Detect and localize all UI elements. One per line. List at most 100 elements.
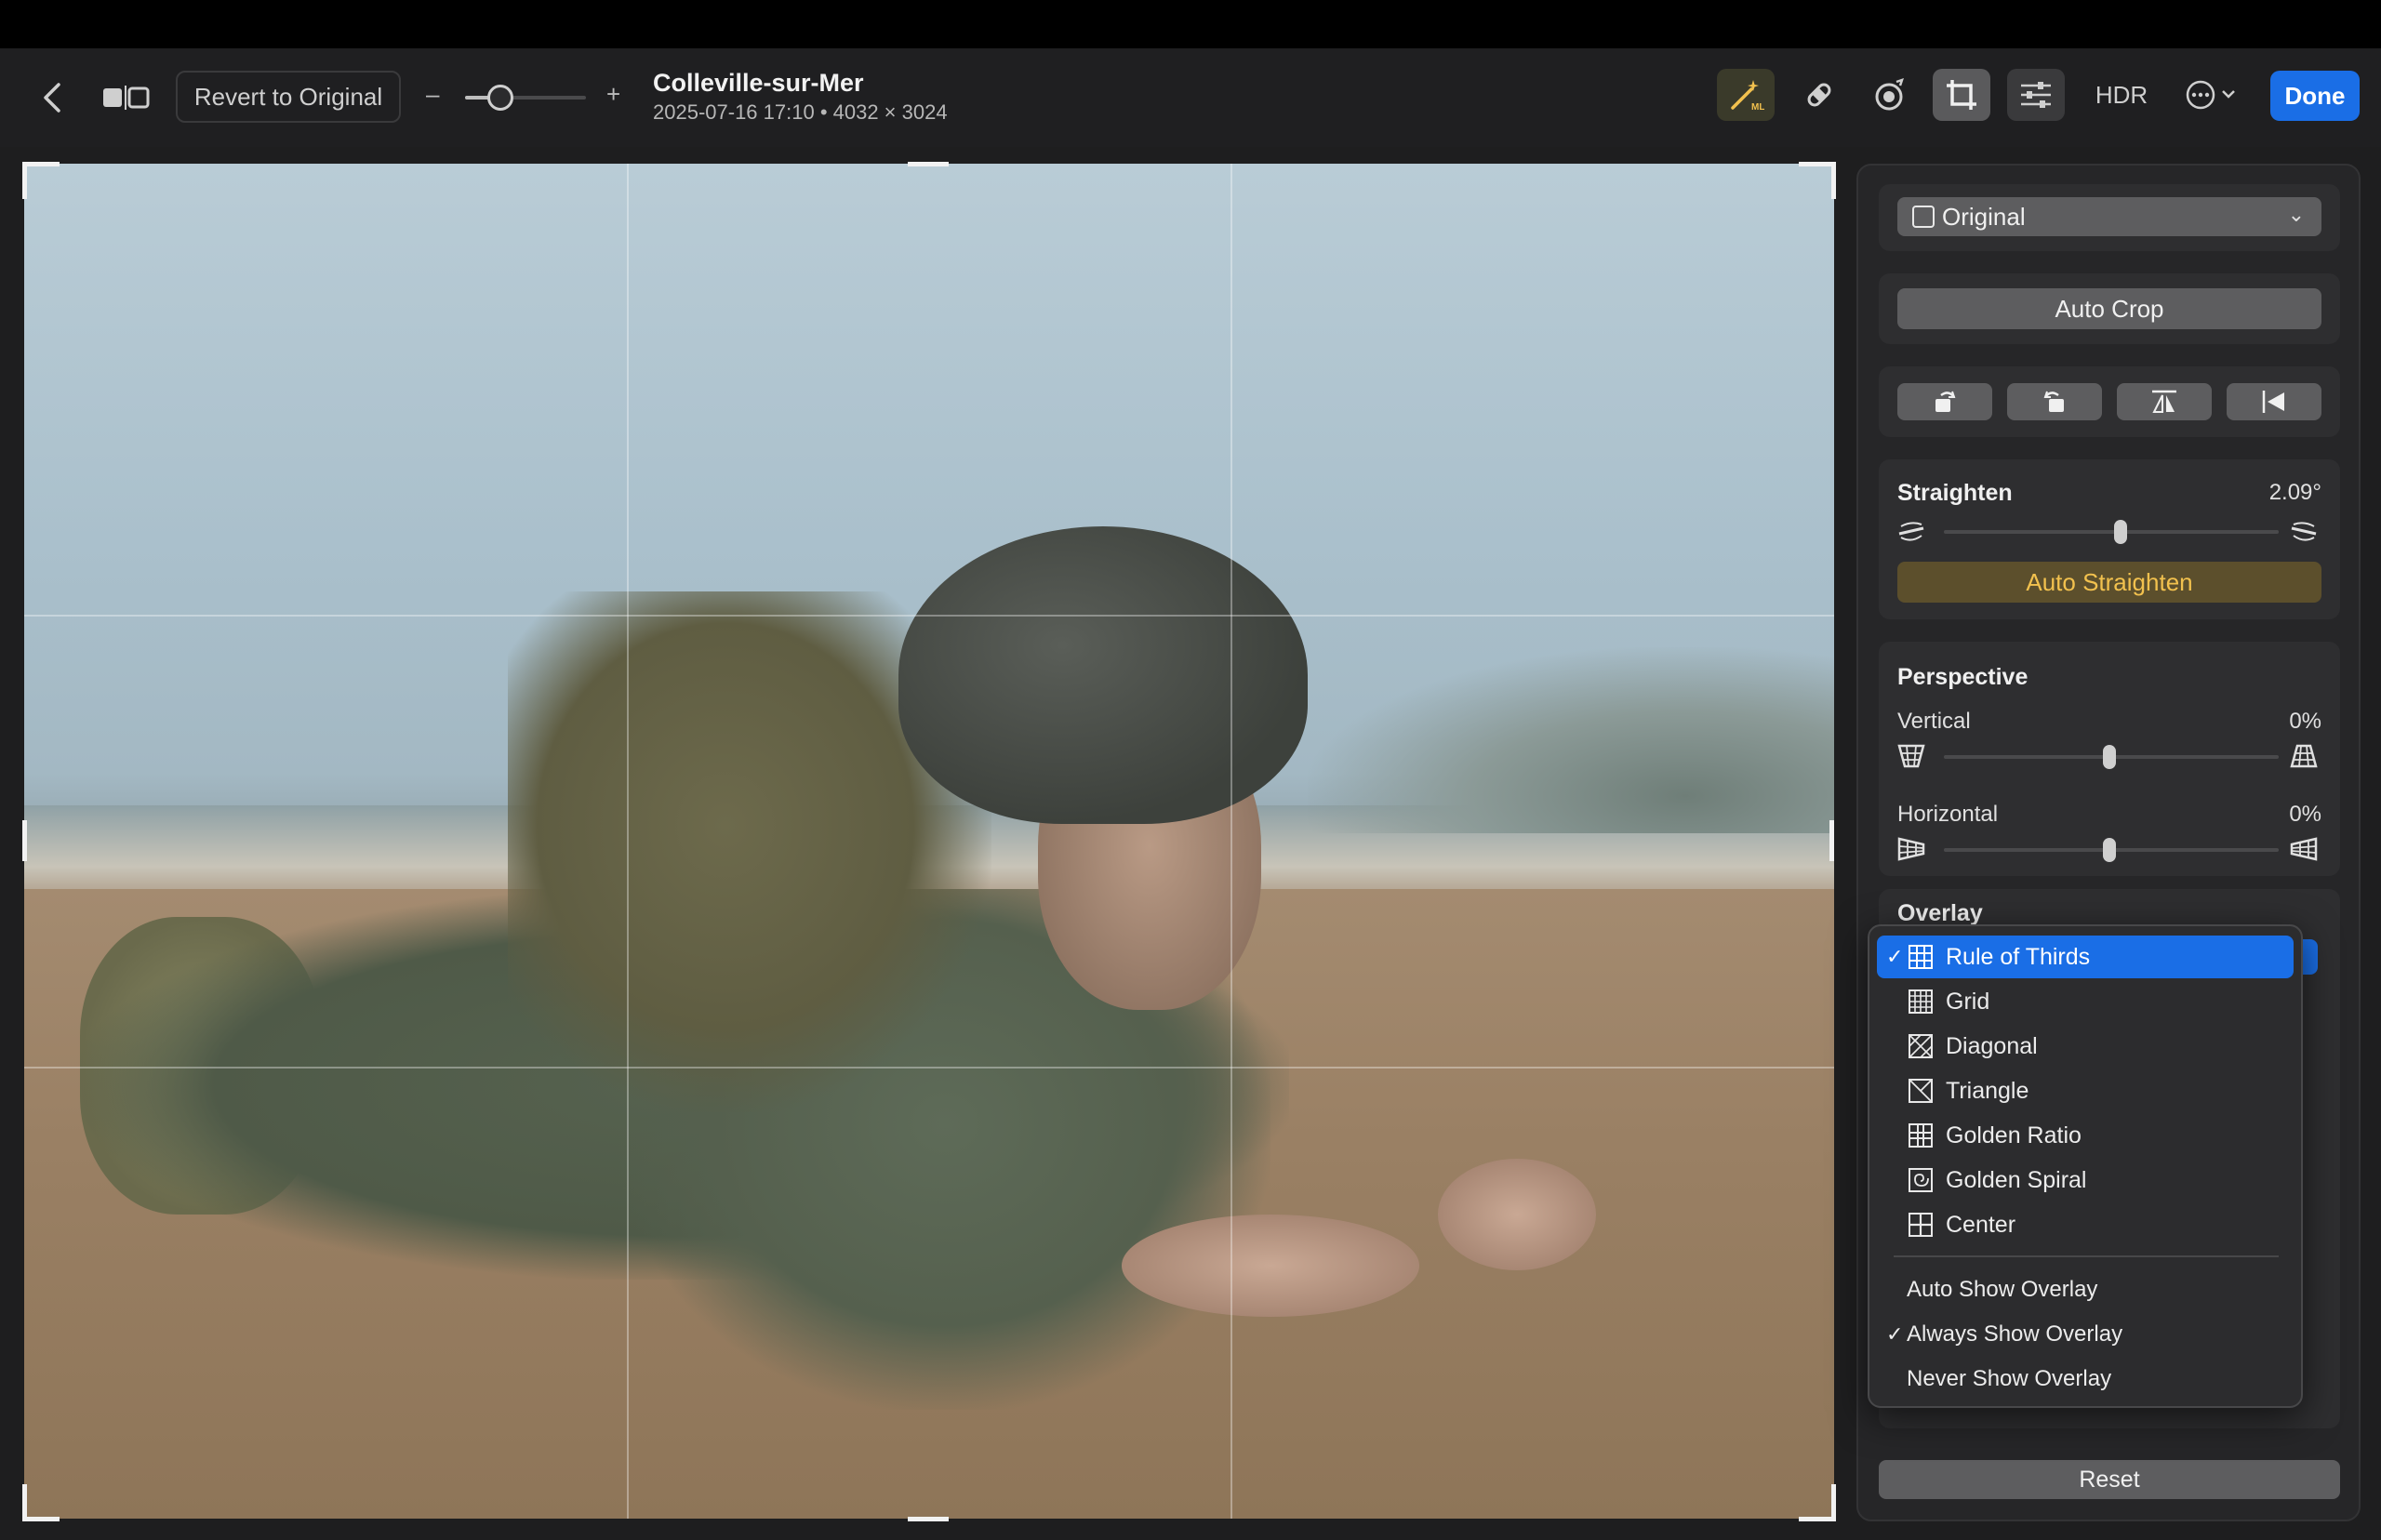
perspective-section: Perspective Vertical 0% Horizontal 0% <box>1879 642 2340 876</box>
menu-item-label: Rule of Thirds <box>1946 943 2091 970</box>
auto-crop-button[interactable]: Auto Crop <box>1897 288 2321 329</box>
rotate-flip-section <box>1879 366 2340 437</box>
crop-handle-top-right[interactable] <box>1799 162 1836 199</box>
vertical-perspective-low-icon <box>1895 742 1927 770</box>
horizontal-slider-knob[interactable] <box>2103 838 2116 862</box>
overlay-show-auto[interactable]: Auto Show Overlay <box>1877 1268 2294 1311</box>
overlay-option-golden-ratio[interactable]: Golden Ratio <box>1877 1114 2294 1157</box>
auto-straighten-button[interactable]: Auto Straighten <box>1897 562 2321 603</box>
aspect-section: Original ⌄ <box>1879 184 2340 251</box>
menu-item-label: Never Show Overlay <box>1907 1366 2112 1391</box>
overlay-option-golden-spiral[interactable]: Golden Spiral <box>1877 1159 2294 1201</box>
crop-handle-top[interactable] <box>908 162 949 166</box>
thirds-line-v1 <box>627 164 629 1519</box>
redeye-icon[interactable] <box>1860 69 1918 121</box>
overlay-option-triangle[interactable]: Triangle <box>1877 1069 2294 1112</box>
checkmark-icon: ✓ <box>1886 1322 1904 1346</box>
thirds-line-v2 <box>1230 164 1232 1519</box>
overlay-option-diagonal[interactable]: Diagonal <box>1877 1025 2294 1068</box>
svg-text:ML: ML <box>1751 102 1764 113</box>
aspect-square-icon <box>1912 206 1935 228</box>
straighten-value: 2.09° <box>2268 480 2321 505</box>
vertical-perspective-high-icon <box>2288 742 2320 770</box>
checkmark-icon: ✓ <box>1886 945 1904 968</box>
crop-handle-bottom-right[interactable] <box>1799 1484 1836 1521</box>
photo-title: Colleville-sur-Mer <box>653 69 864 97</box>
zoom-slider[interactable] <box>465 96 586 100</box>
overlay-option-rule-of-thirds[interactable]: ✓ Rule of Thirds <box>1877 936 2294 978</box>
adjust-sliders-icon[interactable] <box>2007 69 2065 121</box>
menu-bar <box>0 0 2381 48</box>
straighten-left-icon <box>1895 517 1927 545</box>
overlay-show-never[interactable]: Never Show Overlay <box>1877 1358 2294 1401</box>
center-icon <box>1907 1212 1935 1238</box>
overlay-label: Overlay <box>1897 900 1983 926</box>
vertical-slider-knob[interactable] <box>2103 745 2116 769</box>
aspect-ratio-value: Original <box>1942 202 2026 231</box>
back-chevron-icon[interactable] <box>33 74 71 121</box>
menu-separator <box>1894 1255 2279 1257</box>
chevron-down-icon: ⌄ <box>2287 203 2305 226</box>
zoom-slider-knob[interactable] <box>487 85 513 111</box>
zoom-out-button[interactable]: – <box>426 80 439 109</box>
overlay-menu: ✓ Rule of Thirds Grid Diagonal Triangle … <box>1868 924 2303 1408</box>
menu-item-label: Always Show Overlay <box>1907 1321 2123 1347</box>
zoom-in-button[interactable]: + <box>606 80 620 109</box>
enhance-wand-icon[interactable]: ML <box>1717 69 1775 121</box>
golden-spiral-icon <box>1907 1167 1935 1193</box>
crop-handle-left[interactable] <box>22 820 27 861</box>
horizontal-perspective-low-icon <box>1895 835 1927 863</box>
crop-handle-right[interactable] <box>1829 820 1834 861</box>
retouch-bandage-icon[interactable] <box>1789 69 1847 121</box>
horizontal-value: 0% <box>2289 802 2321 827</box>
photo-helmet <box>898 526 1308 824</box>
crop-handle-bottom-left[interactable] <box>22 1484 60 1521</box>
menu-item-label: Center <box>1946 1211 2016 1238</box>
straighten-section: Straighten 2.09° Auto Straighten <box>1879 459 2340 619</box>
straighten-right-icon <box>2288 517 2320 545</box>
perspective-label: Perspective <box>1897 664 2029 690</box>
compare-icon[interactable] <box>97 76 156 119</box>
thirds-line-h2 <box>24 1067 1834 1069</box>
menu-item-label: Triangle <box>1946 1077 2029 1104</box>
thirds-line-h1 <box>24 615 1834 617</box>
golden-ratio-icon <box>1907 1122 1935 1148</box>
flip-vertical-icon[interactable] <box>2117 383 2212 420</box>
rule-of-thirds-icon <box>1907 944 1935 970</box>
aspect-ratio-select[interactable]: Original ⌄ <box>1897 197 2321 236</box>
straighten-label: Straighten <box>1897 480 2013 506</box>
horizontal-perspective-high-icon <box>2288 835 2320 863</box>
overlay-show-always[interactable]: ✓ Always Show Overlay <box>1877 1313 2294 1356</box>
photo-metadata: 2025-07-16 17:10 • 4032 × 3024 <box>653 100 948 124</box>
toolbar: Revert to Original – + Colleville-sur-Me… <box>0 48 2381 147</box>
photo-hand <box>1122 1215 1419 1317</box>
photo-image[interactable] <box>24 164 1834 1519</box>
photo-hand-right <box>1438 1159 1596 1270</box>
overlay-option-center[interactable]: Center <box>1877 1203 2294 1246</box>
more-ellipsis-icon[interactable] <box>2176 69 2247 121</box>
crop-icon[interactable] <box>1933 69 1990 121</box>
auto-crop-section: Auto Crop <box>1879 273 2340 344</box>
diagonal-icon <box>1907 1033 1935 1059</box>
straighten-slider-knob[interactable] <box>2114 520 2127 544</box>
rotate-right-icon[interactable] <box>2007 383 2102 420</box>
overlay-option-grid[interactable]: Grid <box>1877 980 2294 1023</box>
menu-item-label: Golden Ratio <box>1946 1122 2082 1148</box>
crop-handle-top-left[interactable] <box>22 162 60 199</box>
triangle-icon <box>1907 1078 1935 1104</box>
horizontal-label: Horizontal <box>1897 802 1999 827</box>
revert-to-original-button[interactable]: Revert to Original <box>176 71 401 123</box>
straighten-slider[interactable] <box>1944 530 2279 534</box>
grid-icon <box>1907 989 1935 1015</box>
flip-horizontal-icon[interactable] <box>2227 383 2321 420</box>
menu-item-label: Golden Spiral <box>1946 1166 2087 1193</box>
rotate-left-icon[interactable] <box>1897 383 1992 420</box>
menu-item-label: Auto Show Overlay <box>1907 1277 2098 1302</box>
menu-item-label: Grid <box>1946 988 1990 1015</box>
vertical-label: Vertical <box>1897 709 1971 734</box>
done-button[interactable]: Done <box>2270 71 2360 121</box>
hdr-button[interactable]: HDR <box>2080 69 2163 121</box>
reset-button[interactable]: Reset <box>1879 1460 2340 1499</box>
vertical-value: 0% <box>2289 709 2321 734</box>
crop-handle-bottom[interactable] <box>908 1517 949 1521</box>
